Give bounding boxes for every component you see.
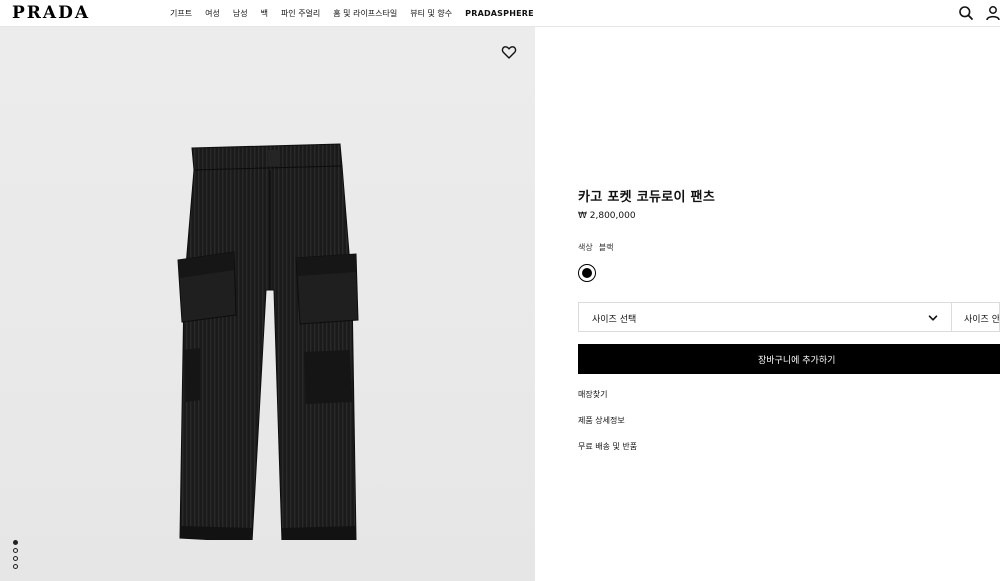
chevron-down-icon — [927, 312, 939, 324]
product-image-pants[interactable] — [170, 140, 370, 540]
size-guide-button[interactable]: 사이즈 안 — [952, 302, 1000, 332]
color-value: 블랙 — [598, 243, 614, 252]
free-shipping-returns-link[interactable]: 무료 배송 및 반품 — [578, 441, 637, 452]
nav-item-women[interactable]: 여성 — [205, 8, 220, 19]
nav-item-fine-jewelry[interactable]: 파인 주얼리 — [281, 8, 320, 19]
size-select-label: 사이즈 선택 — [592, 315, 637, 325]
add-to-cart-button[interactable]: 장바구니에 추가하기 — [578, 344, 1000, 374]
nav-item-men[interactable]: 남성 — [233, 8, 248, 19]
product-details-link[interactable]: 제품 상세정보 — [578, 415, 625, 426]
product-info-panel: 카고 포켓 코듀로이 팬츠 ₩ 2,800,000 색상 블랙 사이즈 선택 사이… — [578, 0, 1000, 581]
nav-item-home-lifestyle[interactable]: 홈 및 라이프스타일 — [333, 8, 397, 19]
heart-icon[interactable] — [501, 44, 517, 60]
gallery-pagination — [13, 540, 21, 572]
color-row: 색상 블랙 — [578, 242, 613, 253]
find-store-link[interactable]: 매장찾기 — [578, 389, 607, 400]
size-guide-label: 사이즈 안 — [964, 315, 1000, 325]
nav-item-pradasphere[interactable]: PRADASPHERE — [465, 9, 534, 18]
product-title: 카고 포켓 코듀로이 팬츠 — [578, 190, 716, 205]
color-label: 색상 — [578, 243, 593, 252]
nav-item-bags[interactable]: 백 — [261, 8, 268, 19]
prada-logo[interactable]: PRADA — [12, 3, 90, 23]
gallery-dot[interactable] — [13, 564, 18, 569]
gallery-dot[interactable] — [13, 548, 18, 553]
product-image-panel — [0, 27, 535, 581]
gallery-dot[interactable] — [13, 540, 18, 545]
main-nav: 기프트 여성 남성 백 파인 주얼리 홈 및 라이프스타일 뷰티 및 향수 PR… — [170, 0, 547, 27]
gallery-dot[interactable] — [13, 556, 18, 561]
nav-item-gift[interactable]: 기프트 — [170, 8, 192, 19]
size-select-dropdown[interactable]: 사이즈 선택 — [578, 302, 952, 332]
product-price: ₩ 2,800,000 — [578, 211, 636, 221]
color-swatch-black[interactable] — [578, 264, 596, 282]
nav-item-beauty-fragrance[interactable]: 뷰티 및 향수 — [410, 8, 452, 19]
add-to-cart-label: 장바구니에 추가하기 — [758, 356, 836, 366]
